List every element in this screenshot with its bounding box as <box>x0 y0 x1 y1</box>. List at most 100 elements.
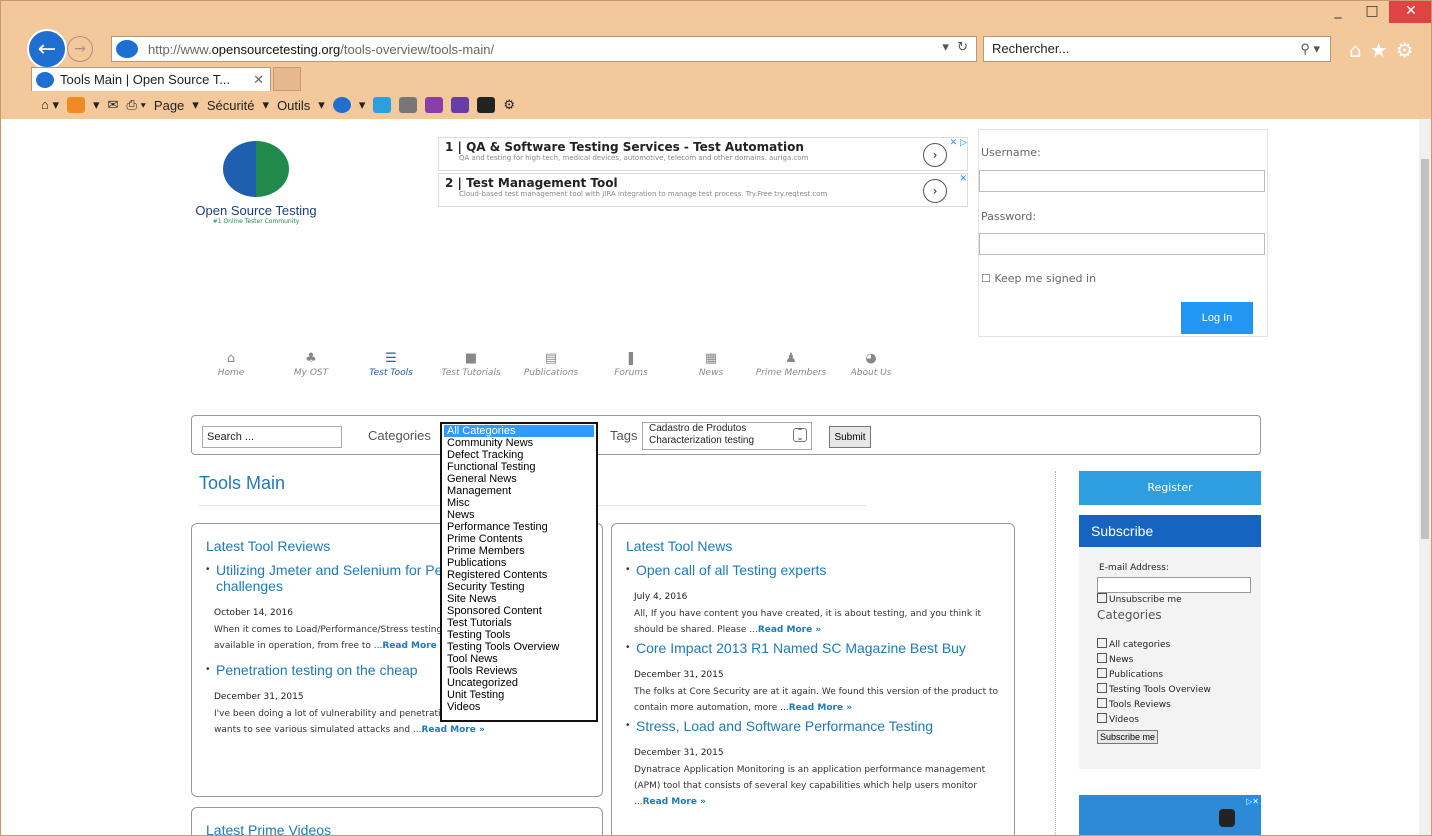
sidebar-ad[interactable]: ▷✕ <box>1079 795 1261 835</box>
read-more-link[interactable]: Read More » <box>789 703 852 713</box>
category-checkbox[interactable]: Testing Tools Overview <box>1097 683 1261 698</box>
menu-tools[interactable]: Outils <box>277 98 310 113</box>
forward-button[interactable]: → <box>67 36 93 62</box>
close-icon[interactable]: ✕ <box>1389 1 1431 23</box>
category-option[interactable]: Security Testing <box>444 581 594 593</box>
screenshot-icon[interactable] <box>477 97 496 113</box>
category-checkbox[interactable]: Videos <box>1097 713 1261 728</box>
category-option[interactable]: Registered Contents <box>444 569 594 581</box>
post-title-link[interactable]: Open call of all Testing experts <box>626 562 1006 578</box>
search-input[interactable]: Search ... <box>202 426 342 448</box>
nav-publications[interactable]: ▤ Publications <box>511 351 591 378</box>
categories-dropdown-list[interactable]: All Categories Community News Defect Track… <box>440 422 598 722</box>
category-option[interactable]: Testing Tools Overview <box>444 641 594 653</box>
category-option[interactable]: Site News <box>444 593 594 605</box>
address-bar[interactable]: http://www.opensourcetesting.org/tools-o… <box>111 36 977 62</box>
ad-close-icon[interactable]: ✕ <box>959 174 967 184</box>
read-more-link[interactable]: Read More » <box>382 641 445 651</box>
chevron-right-icon[interactable]: › <box>923 179 947 203</box>
category-checkbox[interactable]: Publications <box>1097 668 1261 683</box>
new-tab-button[interactable] <box>273 67 301 91</box>
category-checkbox[interactable]: All categories <box>1097 638 1261 653</box>
rss-icon[interactable] <box>67 97 85 113</box>
onenote-linked-icon[interactable] <box>451 97 470 113</box>
category-option[interactable]: Testing Tools <box>444 629 594 641</box>
category-option[interactable]: Unit Testing <box>444 689 594 701</box>
favorites-star-icon[interactable]: ★ <box>1370 38 1396 62</box>
category-option[interactable]: News <box>444 509 594 521</box>
nav-my-ost[interactable]: ♣ My OST <box>271 351 351 378</box>
category-option[interactable]: Tools Reviews <box>444 665 594 677</box>
home-toolbar-icon[interactable]: ⌂ ▾ <box>41 97 59 113</box>
mail-icon[interactable]: ✉ <box>108 97 119 113</box>
post-title-link[interactable]: Core Impact 2013 R1 Named SC Magazine Be… <box>626 640 1006 656</box>
nav-about-us[interactable]: ◕ About Us <box>831 351 911 378</box>
category-option[interactable]: Management <box>444 485 594 497</box>
maximize-icon[interactable]: □ <box>1355 1 1389 23</box>
category-checkbox[interactable]: News <box>1097 653 1261 668</box>
minimize-icon[interactable]: _ <box>1321 1 1355 23</box>
spinner-arrows-icon[interactable]: ⌃ ⌄ <box>793 428 807 442</box>
refresh-icon[interactable]: ▾ ↻ <box>942 40 968 55</box>
settings-gear-icon[interactable]: ⚙ <box>1396 38 1422 62</box>
unsubscribe-checkbox[interactable]: Unsubscribe me <box>1097 593 1261 608</box>
category-option[interactable]: Publications <box>444 557 594 569</box>
ad-close-icon[interactable]: ✕ ▷ <box>950 138 967 148</box>
nav-test-tools[interactable]: ☰ Test Tools <box>351 351 431 378</box>
search-icon[interactable]: ⚲ ▾ <box>1300 37 1320 61</box>
category-option[interactable]: General News <box>444 473 594 485</box>
close-tab-icon[interactable]: ✕ <box>253 72 264 88</box>
subscribe-button[interactable]: Subscribe me <box>1097 730 1159 744</box>
category-option[interactable]: Tool News <box>444 653 594 665</box>
email-field[interactable] <box>1097 577 1251 593</box>
chevron-right-icon[interactable]: › <box>923 143 947 167</box>
category-option[interactable]: All Categories <box>444 425 594 437</box>
username-field[interactable] <box>979 170 1265 192</box>
nav-test-tutorials[interactable]: ■ Test Tutorials <box>431 351 511 378</box>
ad-choices-icon[interactable]: ▷✕ <box>1246 797 1259 806</box>
category-option[interactable]: Uncategorized <box>444 677 594 689</box>
tags-select[interactable]: Cadastro de Produtos Characterization te… <box>642 422 812 450</box>
read-more-link[interactable]: Read More » <box>643 797 706 807</box>
category-option[interactable]: Sponsored Content <box>444 605 594 617</box>
back-button[interactable]: ← <box>27 29 67 69</box>
print-icon[interactable]: ⎙ ▾ <box>126 97 145 113</box>
post-title-link[interactable]: Stress, Load and Software Performance Te… <box>626 718 1006 734</box>
nav-prime-members[interactable]: ♟ Prime Members <box>751 351 831 378</box>
read-more-link[interactable]: Read More » <box>421 725 484 735</box>
ad-item[interactable]: 1 | QA & Software Testing Services - Tes… <box>438 137 968 171</box>
page-scrollbar[interactable] <box>1419 119 1431 835</box>
category-option[interactable]: Test Tutorials <box>444 617 594 629</box>
category-checkbox[interactable]: Tools Reviews <box>1097 698 1261 713</box>
nav-news[interactable]: ▦ News <box>671 351 751 378</box>
addon-icon[interactable] <box>399 97 418 113</box>
register-button[interactable]: Register <box>1079 471 1261 505</box>
read-more-link[interactable]: Read More » <box>758 625 821 635</box>
category-option[interactable]: Prime Members <box>444 545 594 557</box>
addon-puzzle-icon[interactable] <box>373 97 392 113</box>
category-option[interactable]: Defect Tracking <box>444 449 594 461</box>
menu-security[interactable]: Sécurité <box>207 98 255 113</box>
category-option[interactable]: Prime Contents <box>444 533 594 545</box>
site-logo[interactable]: Open Source Testing #1 Online Tester Com… <box>171 141 341 225</box>
menu-page[interactable]: Page <box>154 98 184 113</box>
category-option[interactable]: Performance Testing <box>444 521 594 533</box>
nav-forums[interactable]: ❚ Forums <box>591 351 671 378</box>
nav-home[interactable]: ⌂ Home <box>191 351 271 378</box>
tab-active[interactable]: Tools Main | Open Source T... ✕ <box>31 67 271 91</box>
home-icon[interactable]: ⌂ <box>1349 38 1370 62</box>
keep-signed-in[interactable]: ☐ Keep me signed in <box>981 272 1096 285</box>
ad-item[interactable]: 2 | Test Management Tool Cloud-based tes… <box>438 173 968 207</box>
browser-search-input[interactable]: Rechercher... ⚲ ▾ <box>983 36 1331 62</box>
login-button[interactable]: Log In <box>1181 302 1253 334</box>
category-option[interactable]: Functional Testing <box>444 461 594 473</box>
category-option[interactable]: Community News <box>444 437 594 449</box>
category-option[interactable]: Misc <box>444 497 594 509</box>
help-icon[interactable] <box>332 97 351 113</box>
submit-button[interactable]: Submit <box>829 426 871 448</box>
password-field[interactable] <box>979 233 1265 255</box>
onenote-icon[interactable] <box>425 97 444 113</box>
category-option[interactable]: Videos <box>444 701 594 713</box>
scrollbar-thumb[interactable] <box>1421 159 1429 539</box>
gear-icon[interactable]: ⚙ <box>503 97 515 113</box>
